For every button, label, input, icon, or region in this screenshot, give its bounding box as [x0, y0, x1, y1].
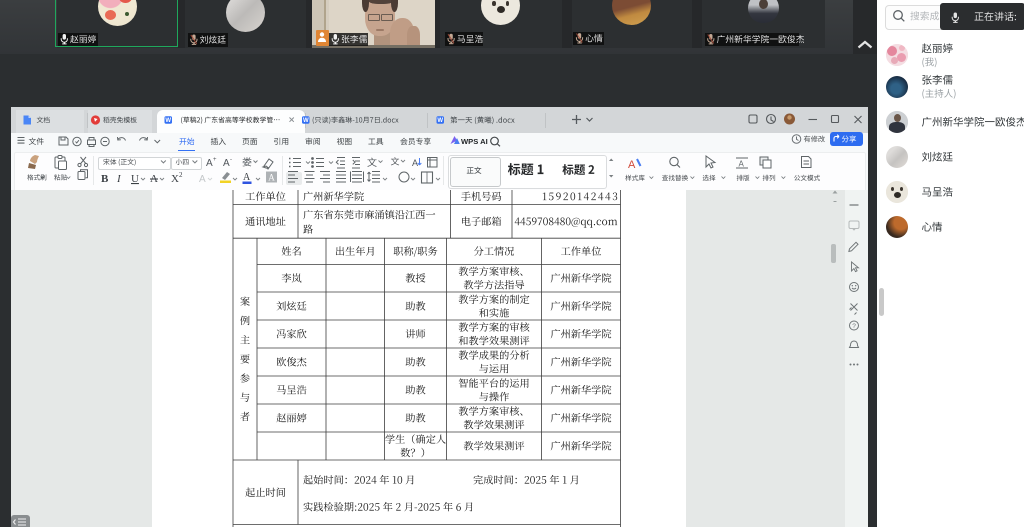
svg-text:2: 2 — [179, 171, 183, 179]
svg-text:-: - — [230, 157, 232, 163]
svg-text:WPS AI: WPS AI — [461, 137, 488, 146]
svg-text:B: B — [101, 173, 109, 185]
svg-text:A: A — [199, 174, 206, 185]
svg-text:U: U — [131, 173, 139, 185]
svg-text:A: A — [628, 159, 636, 171]
svg-text:W: W — [303, 118, 309, 124]
svg-text:W: W — [437, 118, 443, 124]
svg-text:W: W — [165, 118, 171, 124]
svg-text:A: A — [150, 173, 158, 185]
svg-text:I: I — [116, 173, 122, 185]
svg-text:A: A — [412, 158, 418, 168]
svg-text:?: ? — [852, 323, 856, 330]
svg-text:A: A — [243, 172, 251, 183]
svg-text:A: A — [223, 158, 230, 169]
svg-text:A: A — [268, 173, 275, 183]
svg-text:X: X — [171, 173, 179, 185]
svg-text:A: A — [739, 160, 745, 169]
svg-text:+: + — [213, 157, 217, 163]
svg-text:A: A — [206, 158, 213, 169]
